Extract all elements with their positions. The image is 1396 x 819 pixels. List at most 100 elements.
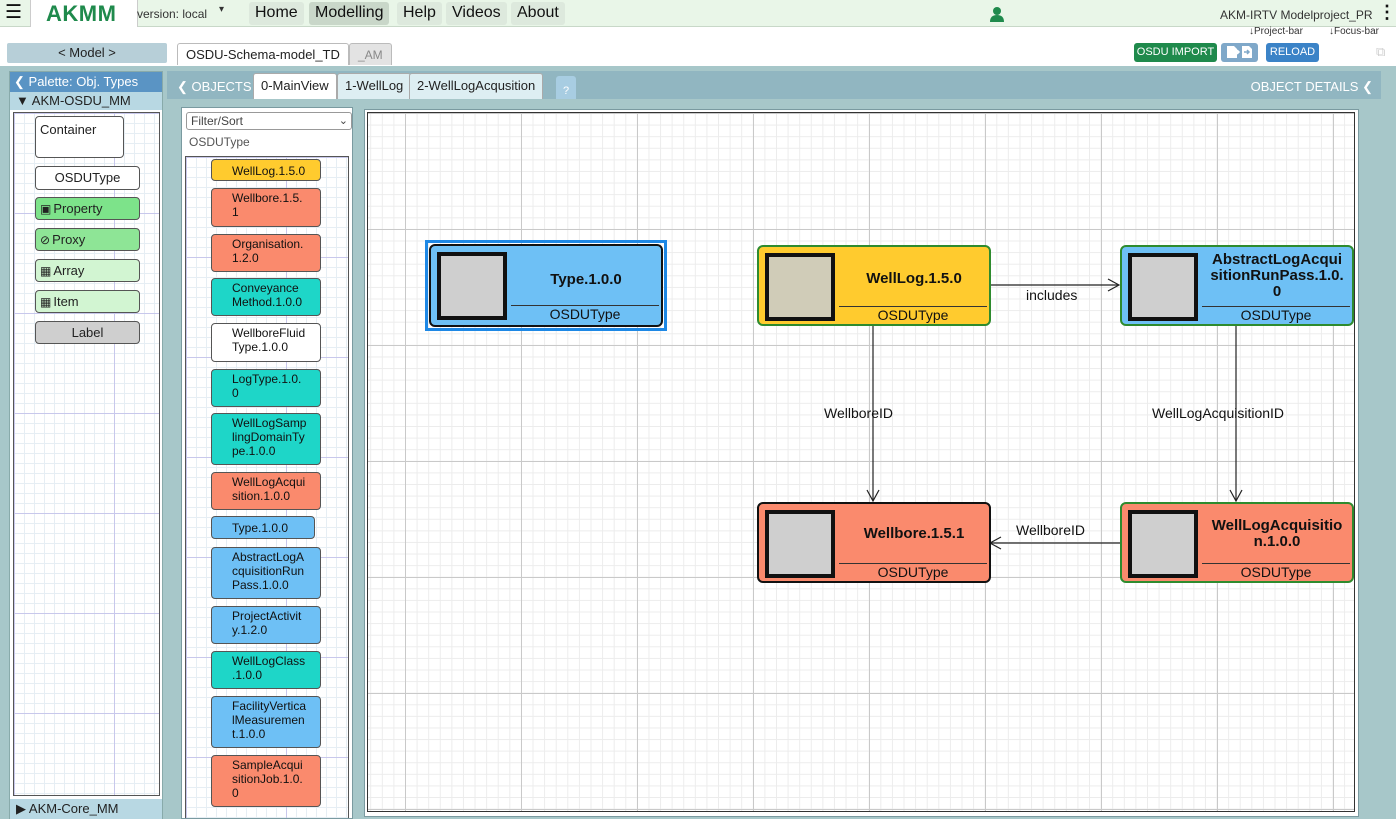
object-list-item[interactable]: WellLog.1.5.0 (211, 159, 321, 181)
object-list-item[interactable]: FacilityVertica lMeasuremen t.1.0.0 (211, 696, 321, 748)
object-list-item[interactable]: Organisation. 1.2.0 (211, 234, 321, 272)
osdu-import-button[interactable]: OSDU IMPORT (1134, 43, 1217, 62)
palette-item-label: Label (71, 325, 104, 340)
palette-item-container[interactable]: Container (35, 116, 124, 158)
diagram-node-welllog[interactable]: WellLog.1.5.0 OSDUType (757, 245, 991, 326)
view-tabstrip: ❮ OBJECTS 0-MainView 1-WellLog 2-WellLog… (167, 71, 1381, 99)
object-list-item[interactable]: WellLogClass .1.0.0 (211, 651, 321, 689)
tab-model-osdu-schema[interactable]: OSDU-Schema-model_TD (177, 43, 349, 65)
object-list-item-label: Wellbore.1.5. 1 (232, 191, 303, 219)
diagram-node-wellbore[interactable]: Wellbore.1.5.1 OSDUType (757, 502, 991, 583)
reload-button[interactable]: RELOAD (1266, 43, 1319, 62)
objects-toggle[interactable]: ❮ OBJECTS (177, 79, 252, 95)
object-details-toggle[interactable]: OBJECT DETAILS ❮ (1251, 79, 1373, 95)
tab-welllogacquisition[interactable]: 2-WellLogAcqusition (409, 73, 544, 99)
nav-videos[interactable]: Videos (446, 2, 507, 25)
node-type: OSDUType (1240, 307, 1312, 323)
diagram-node-type[interactable]: Type.1.0.0 OSDUType (429, 244, 663, 327)
version-label: version: local (137, 7, 208, 21)
object-list-item[interactable]: Type.1.0.0 (211, 516, 315, 539)
object-list-item[interactable]: WellLogAcqui sition.1.0.0 (211, 472, 321, 510)
node-image-placeholder (1128, 510, 1198, 578)
palette-item-proxy[interactable]: ⊘ Proxy (35, 228, 140, 251)
file-export-icon (1226, 46, 1252, 58)
node-image-placeholder (765, 253, 835, 321)
link-label: WellboreID (824, 405, 893, 421)
node-type: OSDUType (877, 307, 949, 323)
link-label: includes (1026, 287, 1078, 303)
object-list-item[interactable]: AbstractLogA cquisitionRun Pass.1.0.0 (211, 547, 321, 599)
palette-item-item[interactable]: ▦ Item (35, 290, 140, 313)
focus-bar-toggle[interactable]: ↓Focus-bar (1329, 26, 1379, 37)
object-list-item-label: WellLogClass .1.0.0 (232, 654, 306, 682)
object-list-item-label: WellboreFluid Type.1.0.0 (232, 326, 306, 354)
palette-item-label: Proxy (52, 232, 86, 247)
project-bar-toggle[interactable]: ↓Project-bar (1249, 26, 1303, 37)
tab-mainview[interactable]: 0-MainView (253, 73, 337, 99)
palette-metamodel-core[interactable]: ▶ AKM-Core_MM (10, 799, 162, 819)
tab-model-am[interactable]: _AM (349, 43, 392, 65)
palette-item-label-type[interactable]: Label (35, 321, 140, 344)
metamodel-label: AKM-OSDU_MM (31, 93, 131, 108)
object-list-item[interactable]: Conveyance Method.1.0.0 (211, 278, 321, 316)
model-button[interactable]: < Model > (7, 43, 167, 63)
object-list-item-label: ProjectActivit y.1.2.0 (232, 609, 302, 637)
diagram-links (866, 278, 1243, 550)
object-list-item[interactable]: LogType.1.0. 0 (211, 369, 321, 407)
nav-home[interactable]: Home (249, 2, 304, 25)
version-dropdown-icon[interactable]: ▾ (219, 4, 224, 15)
filter-sort-select[interactable]: Filter/Sort ⌄ (186, 112, 352, 130)
palette-panel: ❮ Palette: Obj. Types ▼ AKM-OSDU_MM Cont… (9, 71, 163, 819)
object-list-item-label: FacilityVertica lMeasuremen t.1.0.0 (232, 699, 307, 741)
object-list-item-label: WellLog.1.5.0 (232, 164, 306, 178)
array-icon: ▦ (40, 264, 52, 278)
object-list-canvas[interactable]: WellLog.1.5.0 Wellbore.1.5. 1 Organisation… (185, 156, 349, 818)
kebab-menu-icon[interactable]: ⋮ (1378, 3, 1396, 21)
hamburger-menu-icon[interactable]: ☰ (5, 3, 22, 22)
nav-help[interactable]: Help (397, 2, 442, 25)
chevron-left-icon: ❮ (14, 74, 25, 89)
chevron-down-icon: ⌄ (338, 115, 348, 127)
node-image-placeholder (1128, 253, 1198, 321)
help-tab[interactable]: ? (556, 76, 576, 99)
external-link-icon[interactable]: ⧉ (1376, 44, 1385, 60)
object-details-label: OBJECT DETAILS (1250, 79, 1359, 94)
diagram-canvas[interactable]: includes WellboreID WellLogAcquisitionID… (367, 112, 1355, 812)
palette-item-array[interactable]: ▦ Array (35, 259, 140, 282)
palette-item-label: Property (53, 201, 103, 216)
top-navbar: ☰ AKMM version: local ▾ Home Modelling H… (0, 0, 1396, 27)
vertical-scrollbar[interactable] (1360, 109, 1374, 817)
link-label: WellLogAcquisitionID (1152, 405, 1285, 421)
object-list-item[interactable]: Wellbore.1.5. 1 (211, 188, 321, 227)
palette-item-label: Container (40, 122, 97, 137)
node-title: Wellbore.1.5.1 (863, 525, 965, 542)
object-list-item[interactable]: ProjectActivit y.1.2.0 (211, 606, 321, 644)
object-list-item-label: Type.1.0.0 (232, 521, 289, 535)
brand-logo[interactable]: AKMM (30, 0, 138, 27)
node-image-placeholder (437, 252, 507, 320)
node-type: OSDUType (877, 564, 949, 580)
nav-modelling[interactable]: Modelling (309, 2, 390, 25)
node-type: OSDUType (1240, 564, 1312, 580)
palette-title: Palette: Obj. Types (28, 74, 139, 89)
palette-item-property[interactable]: ▣ Property (35, 197, 140, 220)
object-list-item[interactable]: SampleAcqui sitionJob.1.0. 0 (211, 755, 321, 807)
palette-metamodel[interactable]: ▼ AKM-OSDU_MM (10, 92, 162, 110)
export-import-button[interactable] (1221, 43, 1258, 62)
object-list-item[interactable]: WellboreFluid Type.1.0.0 (211, 323, 321, 362)
diagram-node-welllogacquisition[interactable]: WellLogAcquisitio n.1.0.0 OSDUType (1120, 502, 1354, 583)
object-list-item-label: WellLogAcqui sition.1.0.0 (232, 475, 306, 503)
tab-welllog[interactable]: 1-WellLog (337, 73, 412, 99)
item-icon: ▦ (40, 295, 52, 309)
palette-canvas[interactable]: Container OSDUType ▣ Property ⊘ Proxy ▦ Arr… (13, 112, 160, 796)
diagram-node-abstractlogacquisitionrunpass[interactable]: AbstractLogAcqui sitionRunPass.1.0. 0 OS… (1120, 245, 1354, 326)
palette-header[interactable]: ❮ Palette: Obj. Types (10, 72, 162, 92)
palette-item-osdutype[interactable]: OSDUType (35, 166, 140, 190)
user-icon[interactable] (989, 6, 1005, 22)
nav-about[interactable]: About (511, 2, 565, 25)
filter-sort-value: Filter/Sort (191, 114, 244, 128)
property-icon: ▣ (40, 202, 52, 216)
node-image-placeholder (765, 510, 835, 578)
object-list-item-label: WellLogSamp lingDomainTy pe.1.0.0 (232, 416, 307, 458)
object-list-item[interactable]: WellLogSamp lingDomainTy pe.1.0.0 (211, 413, 321, 465)
